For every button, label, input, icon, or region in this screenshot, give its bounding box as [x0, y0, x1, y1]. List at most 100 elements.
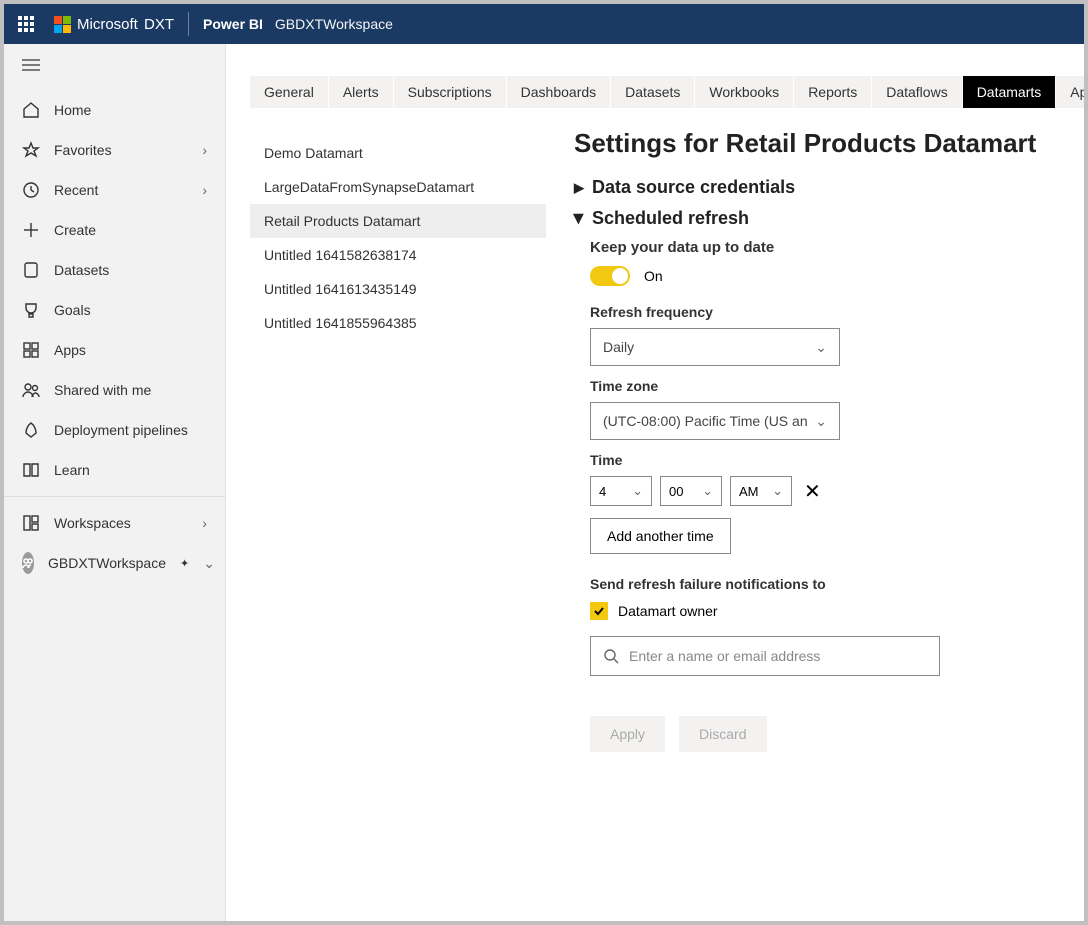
star-icon: [22, 141, 40, 159]
tab-subscriptions[interactable]: Subscriptions: [394, 76, 507, 108]
select-value: AM: [739, 484, 759, 499]
app-name[interactable]: Power BI: [203, 16, 263, 32]
ms-logo: Microsoft DXT: [54, 16, 174, 33]
datamart-list-item[interactable]: Untitled 1641855964385: [250, 306, 546, 340]
datamart-list-item[interactable]: Retail Products Datamart: [250, 204, 546, 238]
tab-alerts[interactable]: Alerts: [329, 76, 394, 108]
tab-datasets[interactable]: Datasets: [611, 76, 695, 108]
sidebar-item-goals[interactable]: Goals: [4, 290, 225, 330]
settings-tabs: GeneralAlertsSubscriptionsDashboardsData…: [250, 76, 1084, 108]
tab-app[interactable]: App: [1056, 76, 1084, 108]
sidebar-item-favorites[interactable]: Favorites ›: [4, 130, 225, 170]
sidebar-item-label: Learn: [54, 462, 90, 478]
sidebar-item-label: GBDXTWorkspace: [48, 555, 166, 571]
chevron-right-icon: ›: [202, 182, 207, 198]
section-label: Scheduled refresh: [592, 208, 749, 229]
book-icon: [22, 461, 40, 479]
timezone-select[interactable]: (UTC-08:00) Pacific Time (US an ⌄: [590, 402, 840, 440]
sidebar-item-shared[interactable]: Shared with me: [4, 370, 225, 410]
sidebar-item-label: Home: [54, 102, 91, 118]
search-icon: [603, 648, 619, 664]
datamart-list-item[interactable]: Untitled 1641613435149: [250, 272, 546, 306]
section-refresh-toggle[interactable]: ▶ Scheduled refresh: [574, 208, 1056, 229]
section-label: Data source credentials: [592, 177, 795, 198]
checkbox-label: Datamart owner: [618, 603, 718, 619]
chevron-down-icon: ⌄: [815, 339, 827, 356]
chevron-down-icon: ⌄: [772, 483, 783, 499]
divider: [188, 12, 189, 36]
sidebar-item-label: Deployment pipelines: [54, 422, 188, 438]
tab-reports[interactable]: Reports: [794, 76, 872, 108]
divider: [4, 496, 225, 497]
clock-icon: [22, 181, 40, 199]
datamart-list-item[interactable]: LargeDataFromSynapseDatamart: [250, 170, 546, 204]
chevron-right-icon: ›: [202, 142, 207, 158]
sidebar-item-recent[interactable]: Recent ›: [4, 170, 225, 210]
notify-search-input[interactable]: [629, 648, 927, 664]
sidebar-item-current-workspace[interactable]: GBDXTWorkspace ✦ ⌄: [4, 543, 225, 583]
triangle-right-icon: ▶: [574, 180, 584, 196]
tab-dataflows[interactable]: Dataflows: [872, 76, 962, 108]
tab-workbooks[interactable]: Workbooks: [695, 76, 794, 108]
owner-checkbox[interactable]: [590, 602, 608, 620]
workspace-breadcrumb[interactable]: GBDXTWorkspace: [275, 16, 393, 32]
sidebar-item-pipelines[interactable]: Deployment pipelines: [4, 410, 225, 450]
plus-icon: [22, 221, 40, 239]
sidebar-item-label: Datasets: [54, 262, 109, 278]
refresh-toggle[interactable]: [590, 266, 630, 286]
sidebar-item-home[interactable]: Home: [4, 90, 225, 130]
datamart-list-item[interactable]: Untitled 1641582638174: [250, 238, 546, 272]
notify-search-box[interactable]: [590, 636, 940, 676]
sidebar-item-label: Shared with me: [54, 382, 151, 398]
sidebar-item-apps[interactable]: Apps: [4, 330, 225, 370]
brand-name: Microsoft: [77, 16, 138, 33]
frequency-label: Refresh frequency: [590, 304, 1056, 320]
section-credentials-toggle[interactable]: ▶ Data source credentials: [574, 177, 1056, 198]
apply-button[interactable]: Apply: [590, 716, 665, 752]
chevron-down-icon: ⌄: [632, 483, 643, 499]
select-value: 4: [599, 484, 606, 499]
tab-general[interactable]: General: [250, 76, 329, 108]
sidebar-item-label: Favorites: [54, 142, 112, 158]
select-value: 00: [669, 484, 683, 499]
workspaces-icon: [22, 514, 40, 532]
time-ampm-select[interactable]: AM ⌄: [730, 476, 792, 506]
main-content: GeneralAlertsSubscriptionsDashboardsData…: [226, 44, 1084, 921]
sidebar-item-datasets[interactable]: Datasets: [4, 250, 225, 290]
sidebar-item-workspaces[interactable]: Workspaces ›: [4, 503, 225, 543]
topbar: Microsoft DXT Power BI GBDXTWorkspace: [4, 4, 1084, 44]
settings-panel: Settings for Retail Products Datamart ▶ …: [546, 108, 1084, 921]
sidebar-item-label: Recent: [54, 182, 98, 198]
sidebar-item-label: Workspaces: [54, 515, 131, 531]
datamart-list-item[interactable]: Demo Datamart: [250, 136, 546, 170]
timezone-label: Time zone: [590, 378, 1056, 394]
sidebar-item-learn[interactable]: Learn: [4, 450, 225, 490]
select-value: Daily: [603, 339, 634, 355]
add-time-button[interactable]: Add another time: [590, 518, 731, 554]
apps-icon: [22, 341, 40, 359]
sidebar-item-label: Goals: [54, 302, 91, 318]
time-hour-select[interactable]: 4⌄: [590, 476, 652, 506]
settings-title: Settings for Retail Products Datamart: [574, 128, 1056, 159]
app-launcher-button[interactable]: [4, 4, 48, 44]
frequency-select[interactable]: Daily ⌄: [590, 328, 840, 366]
waffle-icon: [18, 16, 34, 32]
triangle-down-icon: ▶: [571, 214, 587, 224]
notify-label: Send refresh failure notifications to: [590, 576, 1056, 592]
sidebar-item-create[interactable]: Create: [4, 210, 225, 250]
tab-datamarts[interactable]: Datamarts: [963, 76, 1057, 108]
brand-suffix: DXT: [144, 16, 174, 33]
datamart-list: Demo DatamartLargeDataFromSynapseDatamar…: [226, 108, 546, 921]
nav-toggle-button[interactable]: [4, 44, 225, 90]
remove-time-button[interactable]: ✕: [800, 479, 825, 504]
chevron-down-icon: ⌄: [702, 483, 713, 499]
toggle-state-label: On: [644, 268, 663, 284]
tab-dashboards[interactable]: Dashboards: [507, 76, 612, 108]
trophy-icon: [22, 301, 40, 319]
select-value: (UTC-08:00) Pacific Time (US an: [603, 413, 808, 429]
workspace-avatar: [22, 552, 34, 574]
discard-button[interactable]: Discard: [679, 716, 766, 752]
people-icon: [22, 381, 40, 399]
sidebar: Home Favorites › Recent › Create Dataset…: [4, 44, 226, 921]
time-minute-select[interactable]: 00 ⌄: [660, 476, 722, 506]
